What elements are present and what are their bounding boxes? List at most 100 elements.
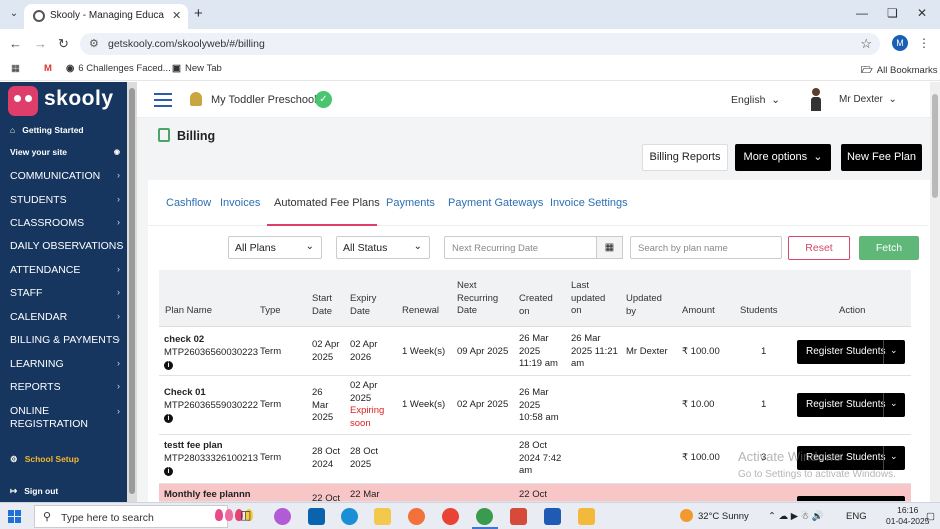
taskbar-search[interactable]: ⚲ Type here to search xyxy=(34,505,253,528)
col-plan-name: Plan Name xyxy=(165,305,212,316)
sidebar-item-school-setup[interactable]: ⚙ School Setup xyxy=(10,454,120,465)
plans-select[interactable]: All Plans ⌄ xyxy=(228,236,322,259)
app-icon[interactable] xyxy=(510,508,527,525)
table-row: Check 01 MTP26036559030222 i Term 26 Mar 202… xyxy=(159,376,911,435)
chevron-down-icon[interactable]: ⌄ xyxy=(890,398,898,409)
language-indicator[interactable]: ENG xyxy=(846,511,867,522)
edge-icon[interactable] xyxy=(341,508,358,525)
sidebar-scrollbar[interactable] xyxy=(127,82,137,502)
created-on-cell: 26 Mar 2025 11:19 am xyxy=(519,333,558,369)
photos-icon[interactable] xyxy=(578,508,595,525)
back-icon[interactable]: ← xyxy=(9,36,22,51)
page-scrollbar-thumb[interactable] xyxy=(932,94,938,198)
notifications-icon[interactable]: ▢ xyxy=(926,511,935,522)
sidebar-item-reports[interactable]: REPORTS › xyxy=(10,381,120,393)
site-settings-icon[interactable]: ⚙ xyxy=(89,37,99,50)
tray-icons[interactable]: ⌃ ☁ ▶ ☃ 🔊 xyxy=(768,511,824,522)
outlook-icon[interactable] xyxy=(308,508,325,525)
more-options-button[interactable]: More options ⌄ xyxy=(735,144,831,171)
search-plan-input[interactable]: Search by plan name xyxy=(630,236,782,259)
bookmark-item[interactable]: ◉ 6 Challenges Faced... xyxy=(66,63,171,74)
tab-invoices[interactable]: Invoices xyxy=(220,197,260,209)
billing-reports-button[interactable]: Billing Reports xyxy=(642,144,728,171)
browser-tab-bar: ⌄ Skooly - Managing Educational ✕ + — ❏ … xyxy=(0,0,940,29)
bookmark-item[interactable]: ▣ New Tab xyxy=(172,63,222,74)
sidebar-scrollbar-thumb[interactable] xyxy=(129,88,135,494)
sidebar-item-communication[interactable]: COMMUNICATION › xyxy=(10,170,120,182)
tab-payments[interactable]: Payments xyxy=(386,197,435,209)
profile-avatar[interactable]: M xyxy=(892,35,908,51)
sidebar-item-sign-out[interactable]: ↦ Sign out xyxy=(10,486,120,497)
register-students-button[interactable]: Register Students ⌄ xyxy=(797,340,905,364)
sidebar-item-learning[interactable]: LEARNING › xyxy=(10,358,120,370)
sidebar-item-billing[interactable]: BILLING & PAYMENTS › xyxy=(10,334,120,346)
copilot-icon[interactable] xyxy=(274,508,291,525)
tab-search-chevron-icon[interactable]: ⌄ xyxy=(6,6,22,22)
chevron-down-icon: ⌄ xyxy=(413,241,422,252)
hamburger-menu-icon[interactable] xyxy=(154,93,172,107)
task-view-icon[interactable]: ◫ xyxy=(240,508,257,525)
sidebar-item-getting-started[interactable]: ⌂ Getting Started xyxy=(10,125,120,135)
user-menu[interactable]: Mr Dexter ⌄ xyxy=(839,94,897,105)
tab-payment-gateways[interactable]: Payment Gateways xyxy=(448,197,543,209)
weather-text[interactable]: 32°C Sunny xyxy=(698,511,749,522)
tab-automated-fee-plans[interactable]: Automated Fee Plans xyxy=(274,197,380,209)
status-select[interactable]: All Status ⌄ xyxy=(336,236,430,259)
firefox-icon[interactable] xyxy=(408,508,425,525)
chevron-down-icon: ⌄ xyxy=(771,94,781,106)
forward-icon[interactable]: → xyxy=(34,36,47,51)
reload-icon[interactable]: ↻ xyxy=(58,36,69,52)
all-bookmarks[interactable]: 🗁 All Bookmarks xyxy=(861,63,938,79)
chrome-icon[interactable] xyxy=(442,508,459,525)
amount-cell: ₹ 10.00 xyxy=(682,399,715,410)
sidebar-item-staff[interactable]: STAFF › xyxy=(10,287,120,299)
school-name[interactable]: My Toddler Preschool xyxy=(211,94,317,106)
clock[interactable]: 16:16 01-04-2025 xyxy=(886,505,929,527)
chevron-down-icon[interactable]: ⌄ xyxy=(890,345,898,356)
tab-invoice-settings[interactable]: Invoice Settings xyxy=(550,197,628,209)
gmail-icon[interactable]: M xyxy=(44,63,52,74)
weather-icon[interactable] xyxy=(680,509,693,522)
expiry-date-cell: 02 Apr 2025 Expiring soon xyxy=(350,380,385,429)
billing-icon xyxy=(158,128,170,142)
sidebar-item-classrooms[interactable]: CLASSROOMS › xyxy=(10,217,120,229)
next-recurring-date-input[interactable]: Next Recurring Date xyxy=(444,236,597,259)
sidebar-item-calendar[interactable]: CALENDAR › xyxy=(10,311,120,323)
word-icon[interactable] xyxy=(544,508,561,525)
sidebar-item-online-registration[interactable]: ONLINE REGISTRATION › xyxy=(10,405,120,431)
minimize-icon[interactable]: — xyxy=(856,6,868,20)
window-close-icon[interactable]: ✕ xyxy=(917,6,927,20)
fetch-button[interactable]: Fetch xyxy=(859,236,919,260)
restore-icon[interactable]: ❏ xyxy=(887,6,898,20)
browser-tab[interactable]: Skooly - Managing Educational ✕ xyxy=(24,4,188,29)
windows-start-icon[interactable] xyxy=(8,510,22,524)
calendar-icon[interactable]: ▦ xyxy=(596,236,623,259)
info-icon[interactable]: i xyxy=(164,467,173,476)
user-avatar[interactable] xyxy=(809,88,823,112)
sidebar-item-attendance[interactable]: ATTENDANCE › xyxy=(10,264,120,276)
new-tab-icon[interactable]: + xyxy=(194,5,203,22)
page-scrollbar[interactable] xyxy=(930,82,940,502)
apps-grid-icon[interactable]: ▦ xyxy=(11,63,20,74)
col-type: Type xyxy=(260,305,281,316)
file-explorer-icon[interactable] xyxy=(374,508,391,525)
chevron-down-icon: ⌄ xyxy=(813,151,823,163)
sidebar-item-view-site[interactable]: View your site ◉ xyxy=(10,147,120,157)
sidebar-item-students[interactable]: STUDENTS › xyxy=(10,194,120,206)
close-tab-icon[interactable]: ✕ xyxy=(172,9,181,22)
browser-menu-icon[interactable]: ⋮ xyxy=(918,36,930,50)
verified-check-icon: ✓ xyxy=(315,91,332,108)
expiry-date-cell: 28 Oct 2025 xyxy=(350,446,378,470)
chrome-profile-icon[interactable] xyxy=(476,508,493,525)
info-icon[interactable]: i xyxy=(164,414,173,423)
language-selector[interactable]: English ⌄ xyxy=(731,94,780,106)
sidebar-item-daily-observations[interactable]: DAILY OBSERVATIONS › xyxy=(10,240,123,252)
address-bar[interactable]: ⚙ getskooly.com/skoolyweb/#/billing ☆ xyxy=(80,33,880,55)
info-icon[interactable]: i xyxy=(164,361,173,370)
reset-button[interactable]: Reset xyxy=(788,236,850,260)
tab-cashflow[interactable]: Cashflow xyxy=(166,197,211,209)
register-students-button[interactable]: Register Students ⌄ xyxy=(797,393,905,417)
bookmark-star-icon[interactable]: ☆ xyxy=(860,36,872,52)
new-fee-plan-button[interactable]: New Fee Plan xyxy=(841,144,922,171)
globe-icon xyxy=(33,10,45,22)
